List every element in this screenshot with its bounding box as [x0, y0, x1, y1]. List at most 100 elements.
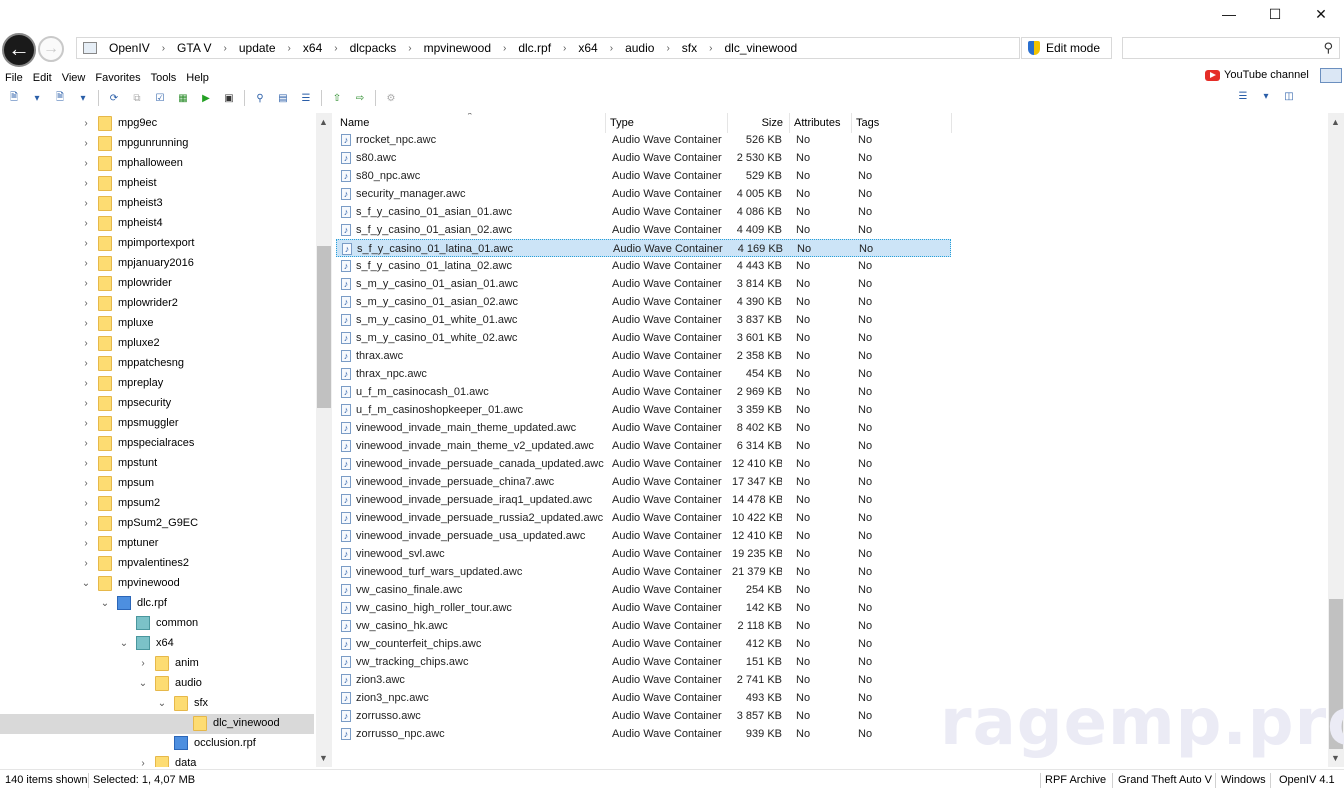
document-icon[interactable]: ▤	[275, 90, 291, 106]
breadcrumb-separator-icon[interactable]: ›	[660, 43, 675, 54]
edit-mode-button[interactable]: Edit mode	[1021, 37, 1112, 59]
chevron-right-icon[interactable]: ›	[137, 758, 149, 768]
tree-item[interactable]: › mpreplay	[80, 373, 163, 393]
dropdown-arrow-icon[interactable]: ▾	[29, 90, 45, 106]
breadcrumb-item[interactable]: OpenIV	[103, 41, 156, 55]
forward-arrow-icon[interactable]: →	[38, 36, 64, 62]
chevron-right-icon[interactable]: ›	[80, 418, 92, 429]
tree-item[interactable]: › mpsum2	[80, 493, 160, 513]
scroll-up-arrow-icon[interactable]: ▲	[319, 117, 328, 127]
file-row[interactable]: ♪ vinewood_invade_main_theme_updated.awc A…	[336, 419, 952, 437]
scroll-up-arrow-icon[interactable]: ▲	[1331, 117, 1340, 127]
breadcrumb-separator-icon[interactable]: ›	[604, 43, 619, 54]
check-icon[interactable]: ☑	[152, 90, 168, 106]
breadcrumb-separator-icon[interactable]: ›	[557, 43, 572, 54]
breadcrumb-separator-icon[interactable]: ›	[497, 43, 512, 54]
chevron-right-icon[interactable]: ›	[80, 358, 92, 369]
chevron-right-icon[interactable]: ›	[80, 438, 92, 449]
refresh-icon[interactable]: ⟳	[106, 90, 122, 106]
chevron-right-icon[interactable]: ›	[80, 338, 92, 349]
file-row[interactable]: ♪ zorrusso.awc Audio Wave Container 3 857 K…	[336, 707, 952, 725]
back-arrow-icon[interactable]: ←	[2, 33, 36, 67]
preview-pane-icon[interactable]: ◫	[1281, 88, 1297, 104]
search-box[interactable]: ⚲	[1122, 37, 1340, 59]
tree-item[interactable]: › mphalloween	[80, 153, 183, 173]
chevron-right-icon[interactable]: ›	[80, 478, 92, 489]
file-row[interactable]: ♪ vw_casino_hk.awc Audio Wave Container 2 1…	[336, 617, 952, 635]
copy-icon[interactable]: ⧉	[129, 90, 145, 106]
export-icon[interactable]: ⇨	[352, 90, 368, 106]
file-row[interactable]: ♪ zorrusso_npc.awc Audio Wave Container 939…	[336, 725, 952, 743]
tree-scrollbar[interactable]: ▲ ▼	[316, 113, 332, 767]
chevron-right-icon[interactable]: ›	[80, 238, 92, 249]
file-row[interactable]: ♪ vinewood_invade_persuade_canada_updated…	[336, 455, 952, 473]
view-details-icon[interactable]: ☰	[1235, 88, 1251, 104]
chevron-right-icon[interactable]: ›	[80, 278, 92, 289]
file-row[interactable]: ♪ security_manager.awc Audio Wave Containe…	[336, 185, 952, 203]
tree-item[interactable]: › mpsecurity	[80, 393, 171, 413]
chevron-right-icon[interactable]: ›	[137, 658, 149, 669]
breadcrumb-item[interactable]: x64	[572, 41, 603, 55]
tree-item[interactable]: › mpsmuggler	[80, 413, 179, 433]
tree-item[interactable]: ⌄ x64	[118, 633, 174, 653]
breadcrumb-separator-icon[interactable]: ›	[156, 43, 171, 54]
file-row[interactable]: ♪ vinewood_invade_persuade_china7.awc Audi…	[336, 473, 952, 491]
file-row[interactable]: ♪ thrax.awc Audio Wave Container 2 358 KB No…	[336, 347, 952, 365]
file-row[interactable]: ♪ u_f_m_casinocash_01.awc Audio Wave Conta…	[336, 383, 952, 401]
file-row[interactable]: ♪ vinewood_invade_persuade_iraq1_updated.…	[336, 491, 952, 509]
tree-item[interactable]: common	[118, 613, 198, 633]
file-row[interactable]: ♪ vw_counterfeit_chips.awc Audio Wave Cont…	[336, 635, 952, 653]
file-row[interactable]: ♪ s_m_y_casino_01_white_01.awc Audio Wave …	[336, 311, 952, 329]
save-icon[interactable]: ▣	[221, 90, 237, 106]
file-row[interactable]: ♪ zion3.awc Audio Wave Container 2 741 KB No…	[336, 671, 952, 689]
breadcrumb-item[interactable]: dlcpacks	[344, 41, 403, 55]
file-row[interactable]: ♪ vw_casino_high_roller_tour.awc Audio Wav…	[336, 599, 952, 617]
tree-item[interactable]: › mpluxe	[80, 313, 153, 333]
chevron-right-icon[interactable]: ›	[80, 138, 92, 149]
tree-item[interactable]: › anim	[137, 653, 199, 673]
tree-item[interactable]: › mpimportexport	[80, 233, 194, 253]
menu-item-help[interactable]: Help	[181, 70, 214, 86]
chevron-down-icon[interactable]: ⌄	[118, 638, 130, 649]
tree-item[interactable]: › mppatchesng	[80, 353, 184, 373]
tree-item[interactable]: › mpheist	[80, 173, 157, 193]
tree-item[interactable]: › mpSum2_G9EC	[80, 513, 198, 533]
new-file-icon[interactable]: 🗎	[6, 90, 22, 106]
file-row[interactable]: ♪ s_f_y_casino_01_latina_02.awc Audio Wave…	[336, 257, 952, 275]
breadcrumb-separator-icon[interactable]: ›	[703, 43, 718, 54]
breadcrumb-item[interactable]: audio	[619, 41, 660, 55]
file-row[interactable]: ♪ vinewood_turf_wars_updated.awc Audio Wav…	[336, 563, 952, 581]
chevron-down-icon[interactable]: ⌄	[80, 578, 92, 589]
tree-item[interactable]: › mpgunrunning	[80, 133, 188, 153]
chevron-right-icon[interactable]: ›	[80, 538, 92, 549]
tree-item[interactable]: ⌄ sfx	[156, 693, 208, 713]
file-row[interactable]: ♪ vinewood_invade_persuade_usa_updated.aw…	[336, 527, 952, 545]
chevron-right-icon[interactable]: ›	[80, 118, 92, 129]
tree-item[interactable]: › data	[137, 753, 196, 767]
file-row[interactable]: ♪ s_f_y_casino_01_asian_02.awc Audio Wave …	[336, 221, 952, 239]
chevron-right-icon[interactable]: ›	[80, 298, 92, 309]
breadcrumb-item[interactable]: dlc_vinewood	[718, 41, 803, 55]
breadcrumb-item[interactable]: sfx	[676, 41, 703, 55]
file-row[interactable]: ♪ vw_tracking_chips.awc Audio Wave Contain…	[336, 653, 952, 671]
play-icon[interactable]: ▶	[198, 90, 214, 106]
breadcrumb-item[interactable]: update	[233, 41, 282, 55]
menu-item-favorites[interactable]: Favorites	[90, 70, 145, 86]
tree-scroll-thumb[interactable]	[317, 246, 331, 408]
dropdown-arrow-icon[interactable]: ▾	[75, 90, 91, 106]
file-row[interactable]: ♪ u_f_m_casinoshopkeeper_01.awc Audio Wave…	[336, 401, 952, 419]
menu-item-edit[interactable]: Edit	[28, 70, 57, 86]
menu-item-tools[interactable]: Tools	[146, 70, 182, 86]
chevron-right-icon[interactable]: ›	[80, 158, 92, 169]
column-header-attributes[interactable]: Attributes	[790, 113, 852, 133]
column-header-tags[interactable]: Tags	[852, 113, 952, 133]
tree-item[interactable]: dlc_vinewood	[175, 713, 280, 733]
file-row[interactable]: ♪ vinewood_invade_persuade_russia2_update…	[336, 509, 952, 527]
tree-item[interactable]: ⌄ dlc.rpf	[99, 593, 167, 613]
file-row[interactable]: ♪ s80_npc.awc Audio Wave Container 529 KB No…	[336, 167, 952, 185]
chevron-right-icon[interactable]: ›	[80, 458, 92, 469]
chevron-right-icon[interactable]: ›	[80, 178, 92, 189]
file-row[interactable]: ♪ vinewood_invade_main_theme_v2_updated.a…	[336, 437, 952, 455]
chevron-right-icon[interactable]: ›	[80, 378, 92, 389]
tree-item[interactable]: › mpvalentines2	[80, 553, 189, 573]
